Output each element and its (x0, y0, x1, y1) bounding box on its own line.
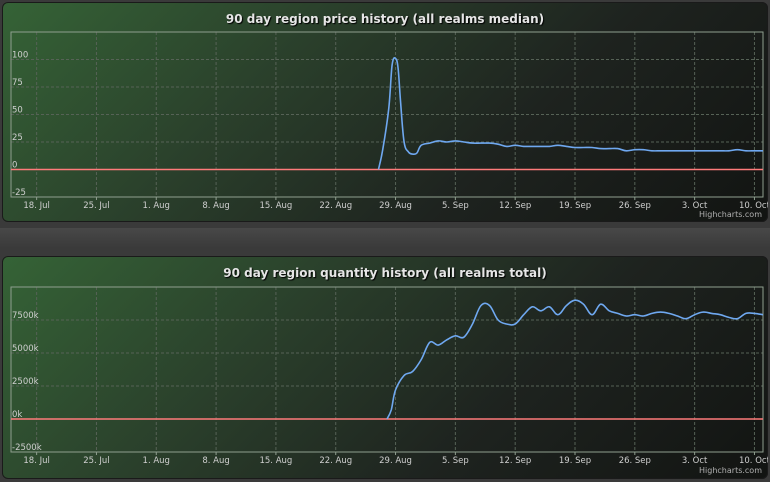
quantity-chart-svg: 18. Jul 25. Jul 1. Aug 8. Aug 15. Aug 22. Aug… (10, 286, 768, 466)
price-x-tick-label: 8. Aug (202, 201, 229, 211)
qty-x-tick-label: 26. Sep (619, 456, 651, 466)
price-x-tick-label: 15. Aug (259, 201, 292, 211)
price-x-tick-label: 26. Sep (619, 201, 651, 211)
qty-x-tick-label: 3. Oct (682, 456, 708, 466)
price-y-tick-label: 100 (12, 51, 28, 61)
qty-x-tick-label: 18. Jul (23, 456, 49, 466)
qty-y-tick-label: 2500k (12, 377, 39, 387)
qty-x-tick-label: 22. Aug (319, 456, 352, 466)
chart-divider (0, 228, 770, 248)
qty-x-tick-label: 25. Jul (83, 456, 109, 466)
price-chart-panel: 90 day region price history (all realms … (2, 2, 768, 222)
qty-x-tick-label: 19. Sep (559, 456, 591, 466)
qty-x-tick-label: 12. Sep (499, 456, 531, 466)
qty-plot-border (10, 286, 764, 453)
price-chart-svg: 18. Jul 25. Jul 1. Aug 8. Aug 15. Aug 22. Aug… (10, 31, 768, 211)
price-x-tick-label: 25. Jul (83, 201, 109, 211)
qty-x-tick-label: 1. Aug (143, 456, 170, 466)
price-x-tick-label: 18. Jul (23, 201, 49, 211)
price-x-tick-label: 29. Aug (379, 201, 412, 211)
qty-x-tick-label: 15. Aug (259, 456, 292, 466)
qty-x-tick-label: 5. Sep (442, 456, 469, 466)
qty-y-tick-label: 5000k (12, 344, 39, 354)
price-chart-credit[interactable]: Highcharts.com (699, 210, 762, 219)
price-y-tick-label: 50 (12, 106, 23, 116)
price-x-tick-label: 12. Sep (499, 201, 531, 211)
price-x-tick-label: 22. Aug (319, 201, 352, 211)
price-y-tick-label: 75 (12, 78, 23, 88)
price-x-tick-label: 19. Sep (559, 201, 591, 211)
price-y-tick-label: 25 (12, 133, 23, 143)
qty-x-tick-label: 8. Aug (202, 456, 229, 466)
quantity-chart-panel: 90 day region quantity history (all real… (2, 256, 768, 479)
price-x-tick-label: 1. Aug (143, 201, 170, 211)
price-series-line (377, 57, 763, 170)
qty-x-tick-label: 10. Oct (739, 456, 768, 466)
qty-y-tick-label: 7500k (12, 311, 39, 321)
quantity-chart-credit[interactable]: Highcharts.com (699, 466, 762, 475)
qty-x-tick-label: 29. Aug (379, 456, 412, 466)
price-x-tick-label: 5. Sep (442, 201, 469, 211)
